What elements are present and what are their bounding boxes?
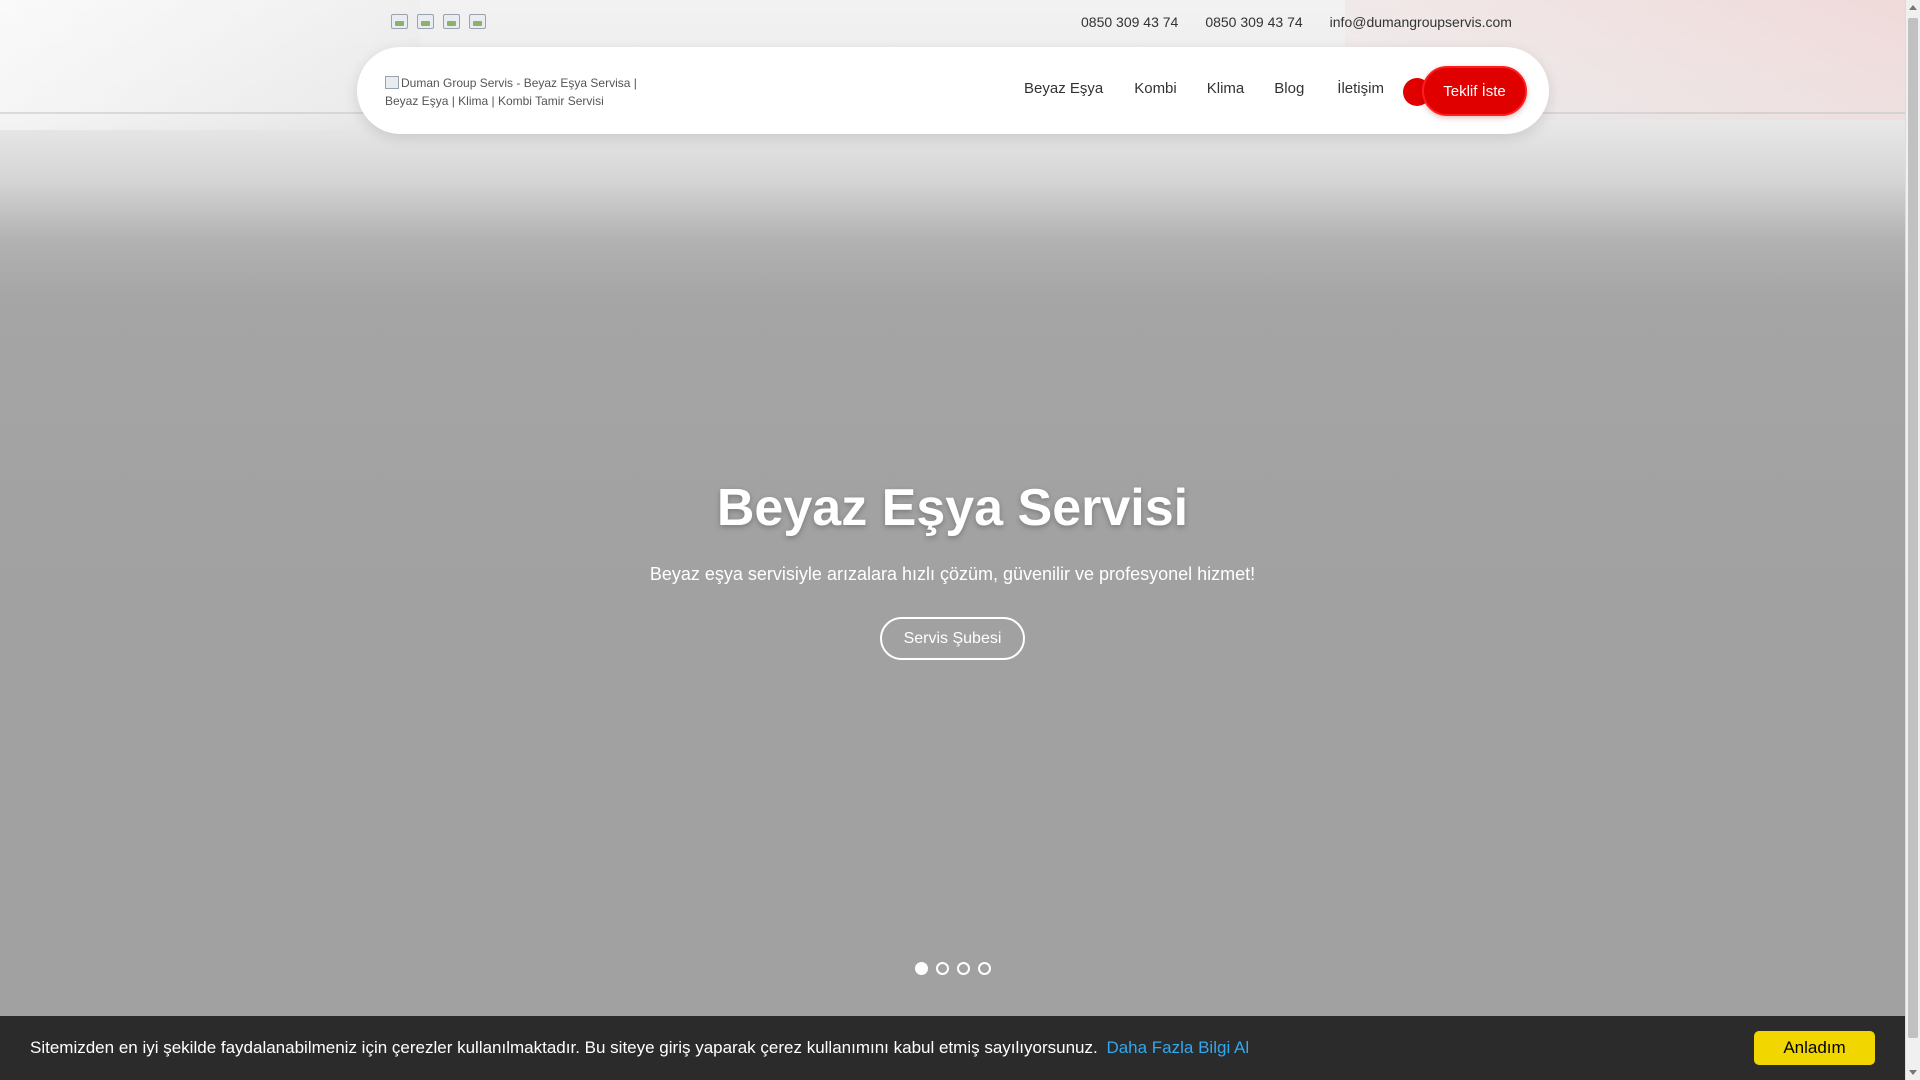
contact-info: 0850 309 43 74 0850 309 43 74 info@duman… <box>1081 14 1512 30</box>
site-header: Duman Group Servis - Beyaz Eşya Servisa … <box>357 47 1549 134</box>
page-scrollbar[interactable] <box>1905 0 1920 1080</box>
hero-background-shine-left <box>0 0 420 130</box>
phone-link-1[interactable]: 0850 309 43 74 <box>1081 14 1178 30</box>
nav-item-blog[interactable]: Blog <box>1274 80 1304 97</box>
youtube-icon[interactable] <box>469 14 486 29</box>
facebook-icon[interactable] <box>391 14 408 29</box>
nav-item-beyaz-esya[interactable]: Beyaz Eşya <box>1024 80 1103 97</box>
nav-item-iletisim[interactable]: İletişim <box>1337 80 1384 97</box>
cookie-message: Sitemizden en iyi şekilde faydalanabilme… <box>30 1038 1249 1058</box>
service-branch-button[interactable]: Servis Şubesi <box>880 617 1025 660</box>
slider-dot-2[interactable] <box>936 962 949 975</box>
scroll-down-arrow-icon[interactable] <box>1909 1070 1917 1075</box>
instagram-icon[interactable] <box>443 14 460 29</box>
scroll-up-arrow-icon[interactable] <box>1909 5 1917 10</box>
broken-image-icon <box>385 76 399 89</box>
slider-dot-1[interactable] <box>915 962 928 975</box>
cookie-text: Sitemizden en iyi şekilde faydalanabilme… <box>30 1038 1098 1057</box>
nav-item-klima[interactable]: Klima <box>1207 80 1245 97</box>
nav-item-kombi[interactable]: Kombi <box>1134 80 1177 97</box>
hero-title: Beyaz Eşya Servisi <box>716 479 1189 537</box>
slider-dot-4[interactable] <box>978 962 991 975</box>
cookie-accept-button[interactable]: Anladım <box>1754 1031 1875 1065</box>
cookie-more-info-link[interactable]: Daha Fazla Bilgi Al <box>1106 1038 1249 1057</box>
twitter-icon[interactable] <box>417 14 434 29</box>
scrollbar-thumb[interactable] <box>1908 18 1918 1038</box>
slider-dot-3[interactable] <box>957 962 970 975</box>
social-links <box>391 14 486 29</box>
email-link[interactable]: info@dumangroupservis.com <box>1330 14 1512 30</box>
hero-slider: 0850 309 43 74 0850 309 43 74 info@duman… <box>0 0 1905 1080</box>
main-nav: Beyaz Eşya Kombi Klima Blog İletişim <box>1024 80 1384 97</box>
slider-pagination <box>915 962 991 975</box>
cookie-consent-bar: Sitemizden en iyi şekilde faydalanabilme… <box>0 1016 1905 1080</box>
logo-alt-text: Duman Group Servis - Beyaz Eşya Servisa … <box>385 76 637 108</box>
site-logo[interactable]: Duman Group Servis - Beyaz Eşya Servisa … <box>385 74 655 110</box>
phone-link-2[interactable]: 0850 309 43 74 <box>1205 14 1302 30</box>
hero-subtitle: Beyaz eşya servisiyle arızalara hızlı çö… <box>649 564 1256 584</box>
quote-request-button[interactable]: Teklif İste <box>1422 66 1527 116</box>
